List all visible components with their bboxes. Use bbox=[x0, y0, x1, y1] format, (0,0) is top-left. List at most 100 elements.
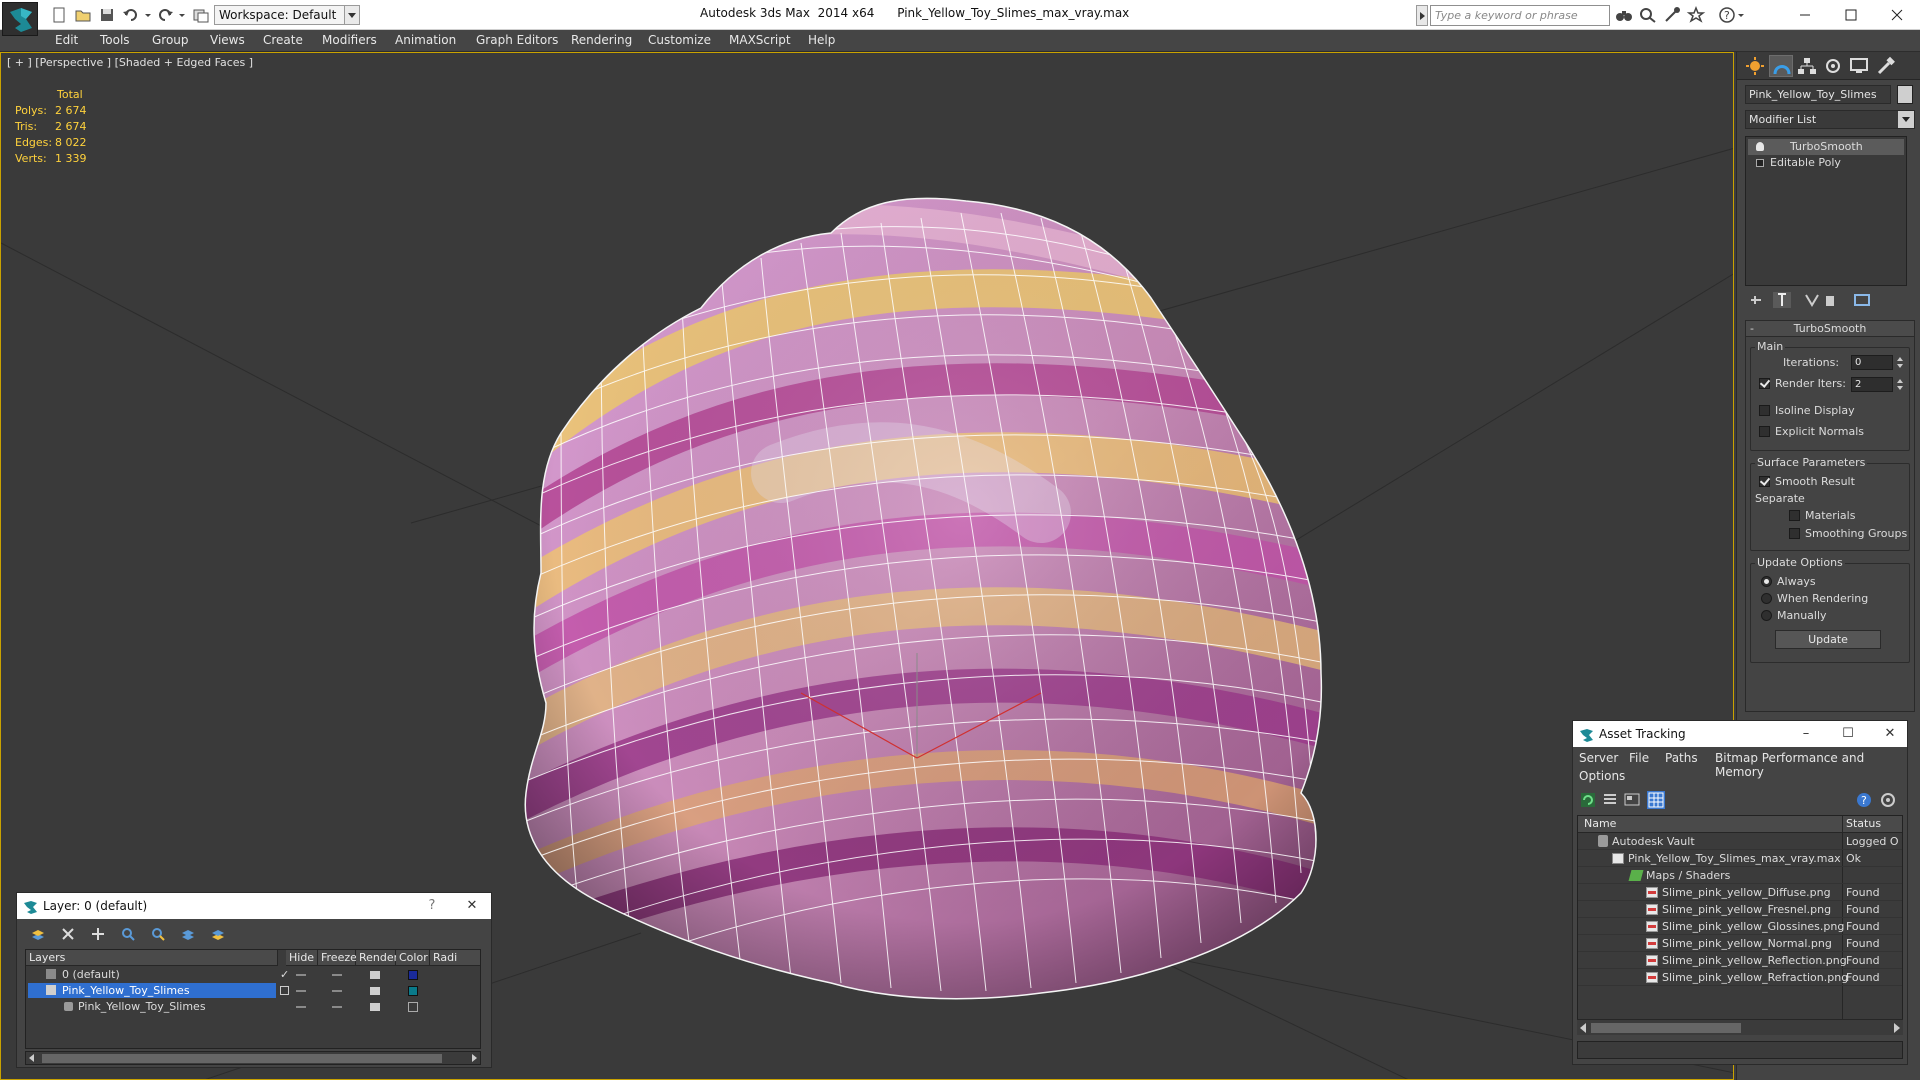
close-icon[interactable]: ✕ bbox=[1875, 721, 1905, 747]
menu-maxscript[interactable]: MAXScript bbox=[729, 33, 791, 47]
hierarchy-tab[interactable] bbox=[1795, 55, 1819, 77]
create-tab[interactable] bbox=[1743, 55, 1767, 77]
menu-modifiers[interactable]: Modifiers bbox=[322, 33, 377, 47]
menu-customize[interactable]: Customize bbox=[648, 33, 711, 47]
menu-file[interactable]: File bbox=[1629, 751, 1649, 765]
table-row[interactable]: Slime_pink_yellow_Glossines.png Found bbox=[1578, 918, 1902, 935]
select-objects-in-layer-icon[interactable] bbox=[119, 925, 137, 943]
remove-modifier-icon[interactable] bbox=[1821, 292, 1839, 308]
minimize-icon[interactable]: – bbox=[1791, 721, 1821, 747]
redo-dropdown-icon[interactable] bbox=[178, 6, 186, 24]
hide-toggle[interactable] bbox=[296, 974, 306, 976]
search-input[interactable]: Type a keyword or phrase bbox=[1430, 5, 1610, 26]
object-color-swatch[interactable] bbox=[408, 1002, 418, 1012]
smooth-result-checkbox[interactable] bbox=[1759, 476, 1770, 487]
column-radiosity[interactable]: Radi bbox=[430, 950, 480, 966]
delete-layer-icon[interactable] bbox=[59, 925, 77, 943]
minimize-button[interactable] bbox=[1782, 0, 1828, 30]
workspace-dropdown[interactable]: Workspace: Default bbox=[214, 5, 360, 25]
render-iters-spinner[interactable]: 2 bbox=[1851, 377, 1893, 392]
pin-stack-icon[interactable] bbox=[1747, 292, 1765, 308]
app-menu-button[interactable] bbox=[2, 2, 38, 36]
hide-toggle[interactable] bbox=[296, 1006, 306, 1008]
make-unique-icon[interactable] bbox=[1803, 292, 1821, 308]
refresh-icon[interactable] bbox=[1579, 791, 1597, 809]
lightbulb-icon[interactable] bbox=[1756, 142, 1764, 151]
render-teapot-icon[interactable] bbox=[370, 987, 380, 995]
close-icon[interactable]: ✕ bbox=[457, 893, 487, 919]
create-layer-icon[interactable] bbox=[29, 925, 47, 943]
explicit-normals-checkbox[interactable] bbox=[1759, 426, 1770, 437]
utilities-tab[interactable] bbox=[1873, 55, 1897, 77]
undo-icon[interactable] bbox=[122, 6, 140, 24]
column-status[interactable]: Status bbox=[1846, 817, 1881, 830]
spinner-arrows-icon[interactable] bbox=[1895, 355, 1905, 370]
help-icon[interactable]: ? bbox=[1718, 6, 1746, 24]
column-render[interactable]: Render bbox=[356, 950, 398, 966]
thumbnail-view-icon[interactable] bbox=[1623, 791, 1641, 809]
object-name-field[interactable]: Pink_Yellow_Toy_Slimes bbox=[1745, 85, 1891, 104]
maximize-icon[interactable]: ☐ bbox=[1833, 721, 1863, 747]
table-row[interactable]: Pink_Yellow_Toy_Slimes_max_vray.max Ok bbox=[1578, 850, 1902, 867]
table-row[interactable]: Maps / Shaders bbox=[1578, 867, 1902, 884]
menu-animation[interactable]: Animation bbox=[395, 33, 456, 47]
settings-icon[interactable] bbox=[1879, 791, 1897, 809]
binoculars-icon[interactable] bbox=[1614, 6, 1634, 24]
menu-edit[interactable]: Edit bbox=[55, 33, 78, 47]
asset-tracking-titlebar[interactable]: Asset Tracking – ☐ ✕ bbox=[1573, 721, 1907, 747]
table-row[interactable]: Autodesk Vault Logged O bbox=[1578, 833, 1902, 850]
project-folder-icon[interactable] bbox=[192, 6, 210, 24]
smoothing-groups-checkbox[interactable] bbox=[1789, 528, 1800, 539]
scroll-thumb[interactable] bbox=[42, 1054, 442, 1063]
workspace-extra-dropdown[interactable] bbox=[344, 5, 360, 25]
viewport-label[interactable]: [ + ] [Perspective ] [Shaded + Edged Fac… bbox=[7, 56, 253, 69]
close-button[interactable] bbox=[1874, 0, 1920, 30]
layer-options-icon[interactable] bbox=[209, 925, 227, 943]
list-view-icon[interactable] bbox=[1601, 791, 1619, 809]
undo-dropdown-icon[interactable] bbox=[144, 6, 152, 24]
spinner-arrows-icon[interactable] bbox=[1895, 377, 1905, 392]
open-file-icon[interactable] bbox=[74, 6, 92, 24]
menu-graph-editors[interactable]: Graph Editors bbox=[476, 33, 558, 47]
layer-explorer-titlebar[interactable]: Layer: 0 (default) ? ✕ bbox=[17, 893, 491, 919]
help-icon[interactable]: ? bbox=[417, 893, 447, 919]
asset-horizontal-scrollbar[interactable] bbox=[1577, 1019, 1903, 1035]
render-iters-checkbox[interactable] bbox=[1759, 378, 1770, 389]
menu-bitmap-performance[interactable]: Bitmap Performance and Memory bbox=[1715, 751, 1907, 779]
scroll-right-icon[interactable] bbox=[1894, 1023, 1900, 1033]
update-button[interactable]: Update bbox=[1775, 630, 1881, 649]
scroll-thumb[interactable] bbox=[1591, 1023, 1741, 1033]
column-color[interactable]: Color bbox=[396, 950, 430, 966]
table-view-icon[interactable] bbox=[1647, 791, 1665, 809]
when-rendering-radio[interactable] bbox=[1761, 593, 1772, 604]
render-teapot-icon[interactable] bbox=[370, 971, 380, 979]
menu-rendering[interactable]: Rendering bbox=[571, 33, 632, 47]
menu-paths[interactable]: Paths bbox=[1665, 751, 1698, 765]
freeze-toggle[interactable] bbox=[332, 1006, 342, 1008]
isoline-display-checkbox[interactable] bbox=[1759, 405, 1770, 416]
table-row[interactable]: Slime_pink_yellow_Refraction.png Found bbox=[1578, 969, 1902, 986]
hide-toggle[interactable] bbox=[296, 990, 306, 992]
scroll-left-icon[interactable] bbox=[29, 1054, 34, 1062]
stack-item-turbosmooth[interactable]: TurboSmooth bbox=[1748, 139, 1904, 155]
new-file-icon[interactable] bbox=[50, 6, 68, 24]
materials-checkbox[interactable] bbox=[1789, 510, 1800, 521]
layer-color-swatch[interactable] bbox=[408, 970, 418, 980]
menu-create[interactable]: Create bbox=[263, 33, 303, 47]
menu-views[interactable]: Views bbox=[210, 33, 245, 47]
menu-group[interactable]: Group bbox=[152, 33, 189, 47]
rollout-header[interactable]: - TurboSmooth bbox=[1746, 321, 1914, 337]
communication-center-icon[interactable] bbox=[1662, 6, 1682, 24]
column-layers[interactable]: Layers bbox=[26, 950, 278, 966]
table-row[interactable]: Slime_pink_yellow_Reflection.png Found bbox=[1578, 952, 1902, 969]
current-layer-checkbox[interactable] bbox=[280, 986, 289, 995]
layer-color-swatch[interactable] bbox=[408, 986, 418, 996]
stack-item-editable-poly[interactable]: Editable Poly bbox=[1748, 155, 1904, 171]
help-icon[interactable]: ? bbox=[1855, 791, 1873, 809]
modifier-list-dropdown[interactable]: Modifier List bbox=[1745, 110, 1915, 129]
layer-row-default[interactable]: 0 (default) ✓ bbox=[26, 967, 480, 983]
table-row[interactable]: Slime_pink_yellow_Fresnel.png Found bbox=[1578, 901, 1902, 918]
configure-modifier-sets-icon[interactable] bbox=[1853, 292, 1871, 308]
add-to-layer-icon[interactable] bbox=[89, 925, 107, 943]
menu-options[interactable]: Options bbox=[1579, 769, 1625, 783]
